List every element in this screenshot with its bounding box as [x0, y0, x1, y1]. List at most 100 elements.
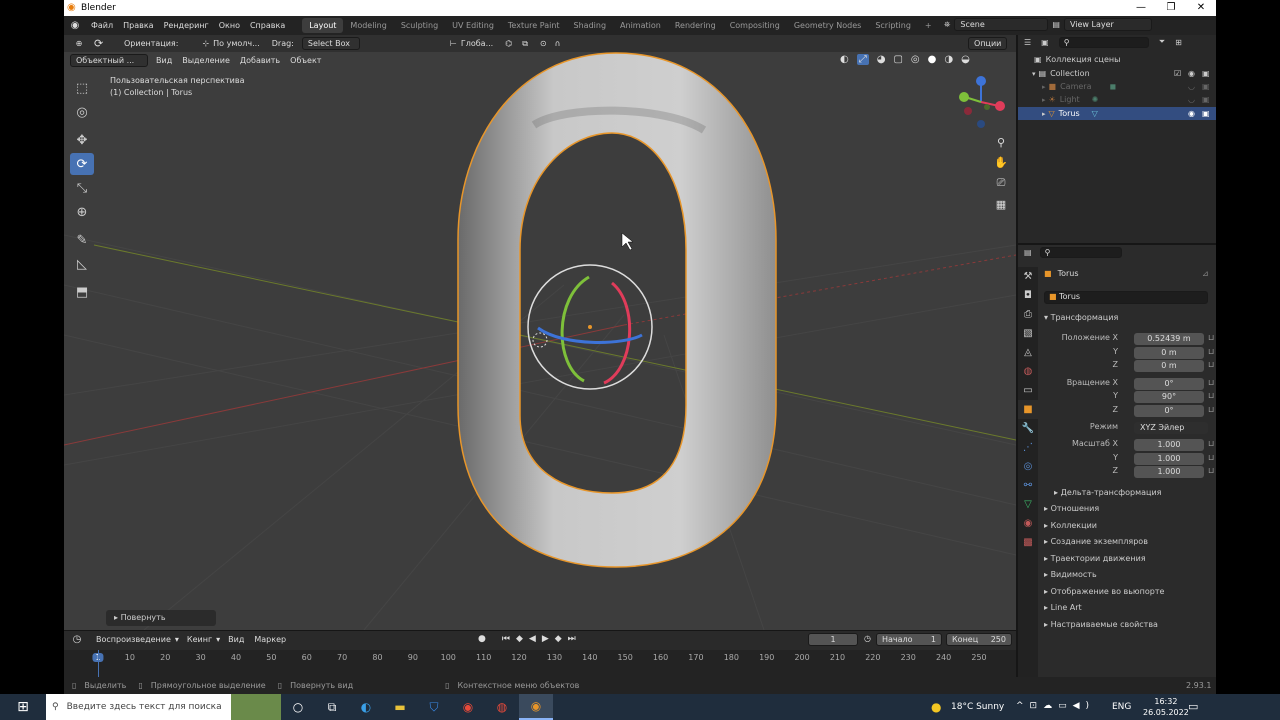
blender-menu-icon[interactable]: ◉ [64, 20, 86, 31]
clock-icon[interactable]: ◷ [864, 634, 871, 643]
object-tab-icon[interactable]: ■ [1018, 400, 1038, 419]
end-frame-field[interactable]: Конец 250 [946, 633, 1012, 646]
pivot-point-icon[interactable]: ⌬ [505, 39, 512, 48]
active-tool-icon[interactable]: ⟳ [94, 37, 114, 50]
menu-object[interactable]: Объект [290, 56, 321, 65]
visibility-eye-icon[interactable]: ◉ [1188, 69, 1195, 78]
menu-edit[interactable]: Правка [118, 21, 158, 30]
shading-material-icon[interactable]: ◑ [944, 54, 953, 65]
rotation-y-field[interactable]: 90° [1134, 391, 1204, 403]
line-art-section[interactable]: ▸ Line Art [1044, 603, 1082, 612]
app-icon[interactable]: ◍ [485, 694, 519, 720]
maximize-button[interactable]: ❐ [1156, 0, 1186, 16]
timeline-editor-icon[interactable]: ◷ [64, 634, 90, 645]
outliner-row-light[interactable]: ▸ ☀ Light ✺ ◡ ▣ [1018, 93, 1216, 106]
playback-menu[interactable]: Воспроизведение [96, 635, 171, 644]
close-button[interactable]: ✕ [1186, 0, 1216, 16]
file-explorer-icon[interactable]: ▬ [383, 694, 417, 720]
location-z-field[interactable]: 0 m [1134, 360, 1204, 372]
exclude-checkbox[interactable]: ☑ [1174, 69, 1181, 78]
motion-paths-section[interactable]: ▸ Траектории движения [1044, 554, 1146, 563]
menu-add[interactable]: Добавить [240, 56, 280, 65]
falloff-icon[interactable]: ∩ [555, 39, 561, 48]
tab-shading[interactable]: Shading [567, 18, 614, 33]
task-view-icon[interactable]: ⧉ [315, 694, 349, 720]
options-dropdown[interactable]: Опции [968, 37, 1008, 50]
menu-render[interactable]: Рендеринг [159, 21, 214, 30]
location-x-field[interactable]: 0.52439 m [1134, 333, 1204, 345]
outliner-row-torus[interactable]: ▸ ▽ Torus ▽ ◉ ▣ [1018, 107, 1216, 120]
annotate-tool-icon[interactable]: ✎ [70, 229, 94, 251]
world-tab-icon[interactable]: ◍ [1018, 362, 1038, 381]
lock-icon[interactable]: ⊔ [1208, 360, 1214, 369]
chrome-icon[interactable]: ◉ [451, 694, 485, 720]
gizmo-toggle-icon[interactable]: ⤢ [856, 54, 869, 65]
collections-section[interactable]: ▸ Коллекции [1044, 521, 1097, 530]
instancing-section[interactable]: ▸ Создание экземпляров [1044, 537, 1148, 546]
expand-arrow-icon[interactable]: ▾ [1032, 70, 1036, 78]
visibility-section[interactable]: ▸ Видимость [1044, 570, 1097, 579]
timeline-ruler[interactable]: 1102030405060708090100110120130140150160… [64, 650, 1016, 678]
current-frame-field[interactable]: 1 [808, 633, 858, 646]
tab-animation[interactable]: Animation [613, 18, 668, 33]
edge-icon[interactable]: ◐ [349, 694, 383, 720]
display-mode-icon[interactable]: ▣ [1041, 38, 1049, 47]
view-layer-tab-icon[interactable]: ▧ [1018, 324, 1038, 343]
lock-icon[interactable]: ⊔ [1208, 333, 1214, 342]
new-collection-icon[interactable]: ⊞ [1175, 38, 1182, 47]
blender-taskbar-icon[interactable]: ◉ [519, 694, 553, 720]
tab-modeling[interactable]: Modeling [343, 18, 393, 33]
tab-geometry-nodes[interactable]: Geometry Nodes [787, 18, 868, 33]
overlay-toggle-icon[interactable]: ◕ [877, 54, 886, 65]
torus-mesh[interactable] [457, 52, 777, 568]
menu-file[interactable]: Файл [86, 21, 118, 30]
view-layer-selector[interactable]: View Layer [1063, 18, 1152, 31]
search-highlight-image[interactable] [231, 694, 281, 720]
start-frame-field[interactable]: Начало 1 [876, 633, 942, 646]
zoom-icon[interactable]: ⚲ [992, 133, 1010, 151]
expand-arrow-icon[interactable]: ▸ [1042, 83, 1046, 91]
jump-start-icon[interactable]: ⏮ [502, 634, 510, 644]
expand-arrow-icon[interactable]: ▸ [1042, 110, 1046, 118]
visibility-eye-icon[interactable]: ◉ [1188, 109, 1195, 118]
render-camera-icon[interactable]: ▣ [1202, 69, 1210, 78]
clock[interactable]: 16:32 26.05.2022 [1143, 696, 1189, 718]
lock-icon[interactable]: ⊔ [1208, 466, 1214, 475]
tab-sculpting[interactable]: Sculpting [394, 18, 445, 33]
camera-view-icon[interactable]: ⎚ [992, 174, 1010, 192]
marker-menu[interactable]: Маркер [254, 635, 286, 644]
visibility-icon[interactable]: ◐ [840, 54, 849, 65]
viewport-display-section[interactable]: ▸ Отображение во вьюпорте [1044, 587, 1164, 596]
mode-selector[interactable]: Объектный ... [70, 54, 148, 67]
lock-icon[interactable]: ⊔ [1208, 405, 1214, 414]
tab-uv-editing[interactable]: UV Editing [445, 18, 501, 33]
add-workspace-button[interactable]: + [918, 18, 939, 33]
render-tab-icon[interactable]: ◘ [1018, 286, 1038, 305]
modifier-tab-icon[interactable]: 🔧 [1018, 419, 1038, 438]
output-tab-icon[interactable]: ⎙ [1018, 305, 1038, 324]
collection-tab-icon[interactable]: ▭ [1018, 381, 1038, 400]
timeline-view-menu[interactable]: Вид [228, 635, 244, 644]
expand-arrow-icon[interactable]: ▸ [1042, 96, 1046, 104]
play-icon[interactable]: ▶ [542, 634, 549, 644]
notifications-icon[interactable]: ▭ [1188, 700, 1198, 713]
properties-editor-icon[interactable]: ▤ [1024, 248, 1032, 257]
constraints-tab-icon[interactable]: ⚯ [1018, 476, 1038, 495]
lock-icon[interactable]: ⊔ [1208, 347, 1214, 356]
properties-search-input[interactable]: ⚲ [1039, 246, 1122, 258]
menu-select[interactable]: Выделение [182, 56, 230, 65]
rotate-tool-icon[interactable]: ⟳ [70, 153, 94, 175]
lock-icon[interactable]: ⊔ [1208, 439, 1214, 448]
outliner-row-camera[interactable]: ▸ ■ Camera ◼ ◡ ▣ [1018, 80, 1216, 93]
scale-x-field[interactable]: 1.000 [1134, 439, 1204, 451]
next-keyframe-icon[interactable]: ◆ [555, 634, 562, 644]
hidden-eye-icon[interactable]: ◡ [1188, 95, 1195, 104]
editor-type-icon[interactable]: ⊕ [64, 39, 94, 48]
lock-icon[interactable]: ⊔ [1208, 453, 1214, 462]
render-camera-icon[interactable]: ▣ [1202, 95, 1210, 104]
select-tool-icon[interactable]: ⬚ [70, 77, 94, 99]
scene-selector[interactable]: Scene [954, 18, 1049, 31]
outliner-search-input[interactable]: ⚲ [1058, 36, 1149, 48]
auto-keying-icon[interactable]: ● [478, 634, 486, 644]
cursor-tool-icon[interactable]: ◎ [70, 101, 94, 123]
